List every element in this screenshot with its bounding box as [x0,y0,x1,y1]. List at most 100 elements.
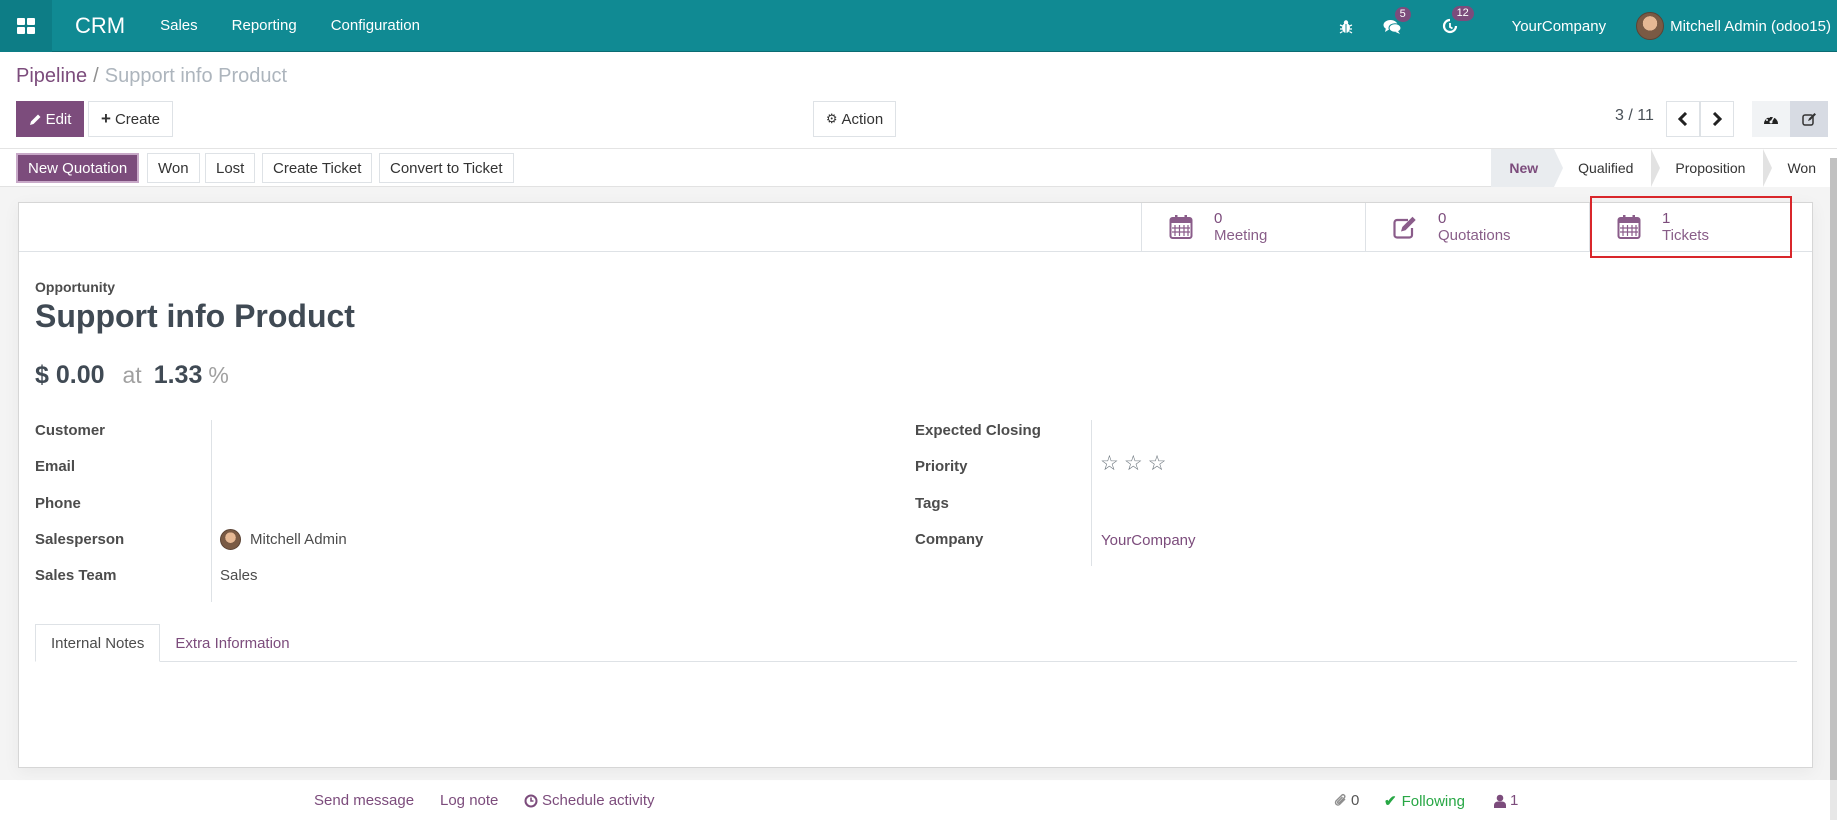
tab-internal-notes[interactable]: Internal Notes [35,624,161,662]
scrollbar-thumb[interactable] [1830,158,1837,780]
menu-sales[interactable]: Sales [143,17,215,34]
stage-new[interactable]: New [1491,149,1563,187]
percent-sign: % [208,362,229,388]
debug-button[interactable] [1339,19,1353,34]
won-button[interactable]: Won [147,153,200,183]
pager-value[interactable]: 3 / 11 [1615,107,1654,125]
action-button[interactable]: ⚙ Action [813,101,896,137]
followers-button[interactable]: 1 [1494,792,1518,809]
expected-closing-field[interactable] [1100,422,1400,442]
create-ticket-button[interactable]: Create Ticket [262,153,373,183]
salesperson-label: Salesperson [35,531,125,548]
apps-menu-button[interactable] [0,0,52,52]
activities-button[interactable]: 12 [1442,6,1474,34]
user-icon [1494,794,1506,808]
app-brand[interactable]: CRM [75,13,143,39]
quotations-label: Quotations [1438,227,1511,244]
meeting-label: Meeting [1214,227,1268,244]
action-label: Action [841,110,884,128]
activities-badge: 12 [1451,6,1474,21]
salesperson-value: Mitchell Admin [250,531,347,548]
plus-icon: + [101,109,111,128]
customer-label: Customer [35,422,106,439]
menu-configuration[interactable]: Configuration [314,17,437,34]
pager-previous[interactable] [1666,101,1700,137]
star-icon[interactable]: ☆ [1124,453,1143,474]
breadcrumb-pipeline[interactable]: Pipeline [16,65,87,87]
convert-to-ticket-button[interactable]: Convert to Ticket [379,153,514,183]
form-statusbar: New Quotation Won Lost Create Ticket Con… [0,149,1830,187]
smart-button-box: 0 Meeting 0 Quotations 1 Tickets [19,203,1812,252]
stage-proposition[interactable]: Proposition [1651,149,1773,187]
edit-button[interactable]: Edit [16,101,84,137]
company-field[interactable]: YourCompany [1101,532,1196,549]
left-group-divider [211,420,212,602]
view-dashboard-button[interactable] [1752,101,1790,137]
star-icon[interactable]: ☆ [1100,453,1119,474]
revenue-value: $ 0.00 [35,361,105,389]
tags-field[interactable] [1100,495,1400,515]
tags-label: Tags [915,495,949,512]
record-type-label: Opportunity [35,279,116,295]
breadcrumb: Pipeline / Support info Product [16,65,287,88]
expected-revenue: $ 0.00 at 1.33 % [35,361,229,390]
quotations-count: 0 [1438,210,1447,227]
clock-icon [524,794,538,807]
email-field[interactable] [220,458,820,478]
check-icon: ✔ [1384,793,1397,810]
messaging-button[interactable]: 5 [1383,6,1411,34]
followers-count: 1 [1510,792,1519,809]
pager-next[interactable] [1700,101,1734,137]
pencil-icon [29,114,41,125]
menu-reporting[interactable]: Reporting [215,17,314,34]
meeting-smart-button[interactable]: 0 Meeting [1141,203,1365,251]
user-menu[interactable]: Mitchell Admin (odoo15) [1636,12,1831,40]
form-sheet: 0 Meeting 0 Quotations 1 Tickets [18,202,1813,768]
attachments-button[interactable]: 0 [1334,792,1359,809]
probability-value: 1.33 [153,361,203,389]
tab-extra-information[interactable]: Extra Information [160,624,304,662]
create-label: Create [114,110,160,128]
right-group-divider [1091,420,1092,566]
breadcrumb-separator: / [93,65,99,87]
lost-button[interactable]: Lost [205,153,256,183]
following-button[interactable]: ✔ Following [1384,792,1465,811]
chatter-topbar: Send message Log note Schedule activity … [0,781,1830,820]
phone-label: Phone [35,495,81,512]
customer-field[interactable] [220,422,820,442]
tickets-highlight-box [1590,196,1792,258]
phone-field[interactable] [220,495,820,515]
paperclip-icon [1334,794,1346,806]
top-navbar: CRM Sales Reporting Configuration 5 12 Y… [0,0,1837,52]
quotations-smart-button[interactable]: 0 Quotations [1365,203,1589,251]
company-switcher[interactable]: YourCompany [1512,18,1607,35]
messages-badge: 5 [1394,6,1411,22]
sales-team-field[interactable]: Sales [220,567,258,584]
stage-won[interactable]: Won [1763,149,1830,187]
email-label: Email [35,458,76,475]
breadcrumb-current: Support info Product [104,65,288,87]
priority-stars: ☆ ☆ ☆ [1100,453,1166,474]
clock-icon [1442,18,1457,34]
edit-icon [1393,216,1416,239]
following-label: Following [1401,792,1465,810]
dashboard-icon [1764,116,1778,124]
notebook-tabs: Internal Notes Extra Information [35,624,1797,662]
edit-label: Edit [45,110,72,128]
chevron-right-icon [1712,112,1722,126]
view-form-button[interactable] [1790,101,1828,137]
stage-qualified[interactable]: Qualified [1554,149,1661,187]
bug-icon [1339,19,1352,34]
star-icon[interactable]: ☆ [1148,453,1167,474]
log-note-button[interactable]: Log note [440,792,498,809]
company-label: Company [915,531,984,548]
edit-form-icon [1801,112,1816,126]
schedule-activity-button[interactable]: Schedule activity [524,792,655,809]
create-button[interactable]: + Create [88,101,173,137]
new-quotation-button[interactable]: New Quotation [16,153,140,183]
send-message-button[interactable]: Send message [314,792,414,809]
salesperson-field[interactable]: Mitchell Admin [220,529,347,550]
avatar [1636,12,1665,40]
at-label: at [122,362,142,388]
sales-team-label: Sales Team [35,567,117,584]
